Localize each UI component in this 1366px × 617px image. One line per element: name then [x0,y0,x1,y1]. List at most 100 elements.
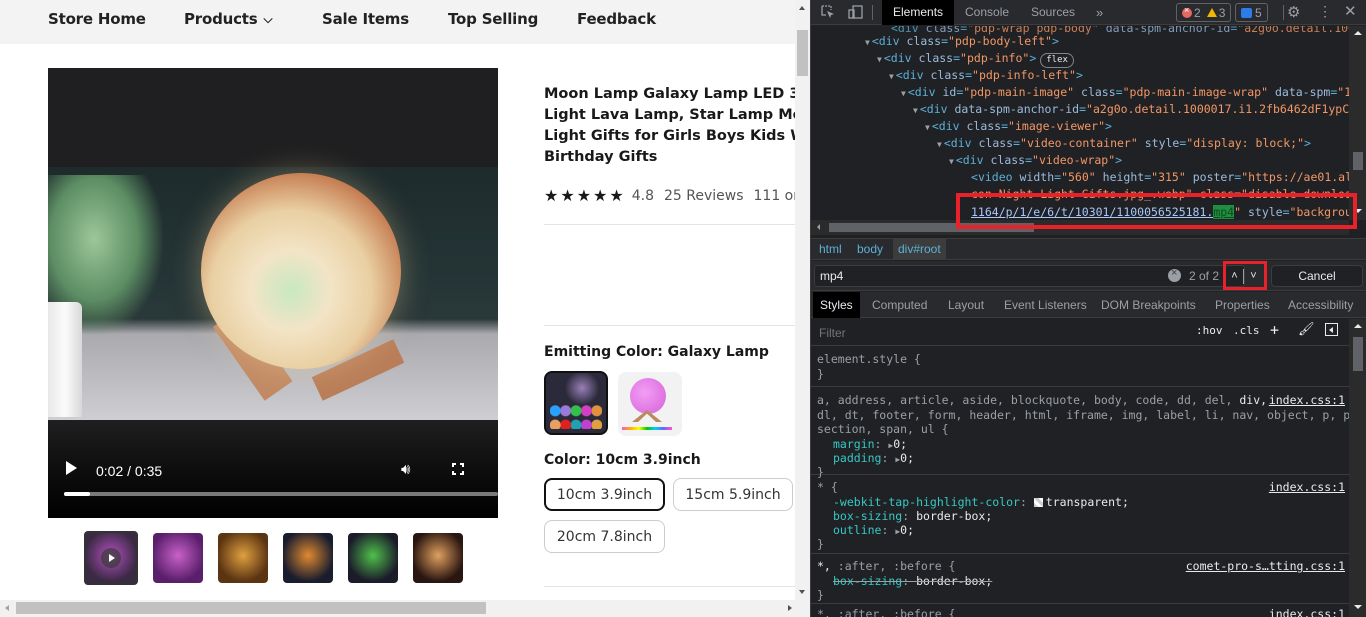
dom-node[interactable]: ▼ <div class="video-container" style="dis… [937,135,1311,152]
nav-top-selling[interactable]: Top Selling [448,10,538,28]
nav-sale-items[interactable]: Sale Items [322,10,409,28]
settings-gear-icon[interactable]: ⚙ [1287,3,1301,21]
dom-tree-horizontal-scrollbar[interactable] [811,220,1349,235]
dom-node-continuation[interactable]: con-Night-Light-Gifts.jpg_.webp" class="… [971,186,1349,203]
thumbnail-video-thumb[interactable] [84,531,138,585]
css-declaration[interactable]: box-sizing: border-box; [833,509,992,524]
source-link[interactable]: index.css:1 [1269,607,1345,617]
page-vertical-scrollbar[interactable] [795,0,810,600]
close-icon[interactable]: ✕ [1344,2,1358,20]
dom-node[interactable]: ▼ <div id="pdp-main-image" class="pdp-mai… [901,84,1349,101]
tab-console[interactable]: Console [954,0,1020,25]
hover-state-toggle[interactable]: :hov [1196,324,1223,337]
thumbnail-purple-moon[interactable] [153,533,203,583]
dom-node-continuation[interactable]: 1164/p/1/e/6/t/10301/1100056525181.mp4" … [971,204,1349,220]
dom-node[interactable]: ▼ <div class="image-viewer"> [925,118,1112,135]
scrollbar-thumb[interactable] [829,223,1034,232]
rule-selector[interactable]: *, :after, :before { [817,607,955,617]
swatch-galaxy-lamp[interactable] [544,371,608,435]
new-rule-icon[interactable]: + [1270,321,1279,339]
fullscreen-icon[interactable] [452,463,464,475]
rule-selector[interactable]: * { [817,480,838,495]
source-link[interactable]: index.css:1 [1269,393,1345,407]
scroll-up-icon[interactable] [1354,31,1362,35]
rule-selector[interactable]: a, address, article, aside, blockquote, … [817,393,1267,408]
color-swatch-icon[interactable] [1033,498,1043,507]
scroll-down-icon[interactable] [799,590,805,594]
video-progress-bar[interactable] [64,492,498,496]
dom-node[interactable]: ▼ <div class="pdp-info-left"> [889,67,1083,84]
more-options-icon[interactable]: ⋮ [1318,3,1332,19]
dom-node-video[interactable]: <video width="560" height="315" poster="… [971,169,1349,186]
crumb-div-root[interactable]: div#root [893,239,946,260]
page-horizontal-scrollbar[interactable] [0,600,810,617]
cancel-search-button[interactable]: Cancel [1271,265,1363,287]
dom-node[interactable]: ▼ <div class="pdp-body-left"> [865,33,1059,50]
product-video[interactable]: 0:02 / 0:35 🔊︎ [48,68,498,518]
more-tabs-icon[interactable]: » [1085,0,1114,25]
thumbnail-room-scenes[interactable] [283,533,333,583]
css-declaration[interactable]: margin: ▶0; [833,437,907,452]
size-option[interactable]: 15cm 5.9inch [673,478,793,511]
rule-selector[interactable]: element.style { [817,352,921,367]
css-declaration[interactable]: outline: ▶0; [833,523,914,538]
tab-event-listeners[interactable]: Event Listeners [997,292,1094,318]
scroll-right-icon[interactable] [788,605,792,611]
previous-match-icon[interactable]: ˄ [1226,266,1243,286]
thumbnail-color-grid[interactable] [348,533,398,583]
play-icon[interactable] [66,461,77,475]
tab-accessibility[interactable]: Accessibility [1281,292,1360,318]
inspect-element-icon[interactable] [821,5,835,19]
crumb-html[interactable]: html [814,239,847,260]
scroll-left-icon[interactable] [817,224,820,230]
video-src-link[interactable]: 1164/p/1/e/6/t/10301/1100056525181. [971,205,1213,219]
dom-tree-scrollbar[interactable] [1349,26,1366,220]
styles-scrollbar[interactable] [1349,319,1366,617]
scroll-left-icon[interactable] [5,605,9,611]
size-option[interactable]: 20cm 7.8inch [544,520,665,553]
css-declaration[interactable]: padding: ▶0; [833,451,914,466]
tab-properties[interactable]: Properties [1208,292,1277,318]
clear-search-icon[interactable] [1168,267,1181,282]
paint-roller-icon[interactable]: 🖌︎ [1298,322,1315,337]
flex-badge[interactable]: flex [1040,53,1074,68]
tab-dom-breakpoints[interactable]: DOM Breakpoints [1094,292,1203,318]
nav-store-home[interactable]: Store Home [48,10,146,28]
reviews-link[interactable]: 25 Reviews [664,188,744,204]
scrollbar-thumb[interactable] [16,602,486,614]
scroll-down-icon[interactable] [1354,209,1362,213]
tab-styles[interactable]: Styles [813,292,860,318]
rule-selector[interactable]: *, :after, :before { [817,559,955,574]
scrollbar-thumb[interactable] [1353,337,1363,371]
css-declaration-overridden[interactable]: box-sizing: border-box; [833,574,992,589]
tab-elements[interactable]: Elements [882,0,955,25]
swatch-pink-lamp[interactable] [618,372,682,436]
thumbnail-kids-scene[interactable] [413,533,463,583]
size-option[interactable]: 10cm 3.9inch [544,478,665,511]
next-match-icon[interactable]: ˅ [1245,266,1262,286]
styles-filter-input[interactable] [814,322,1162,343]
scroll-up-icon[interactable] [799,6,805,10]
scrollbar-thumb[interactable] [797,30,808,76]
crumb-body[interactable]: body [852,239,888,260]
tab-computed[interactable]: Computed [865,292,934,318]
class-toggle[interactable]: .cls [1233,324,1260,337]
dom-node[interactable]: ▼ <div class="video-wrap"> [949,152,1122,169]
scroll-down-icon[interactable] [1354,605,1362,609]
nav-products[interactable]: Products ⌵ [184,10,273,28]
tab-layout[interactable]: Layout [941,292,991,318]
device-toolbar-icon[interactable] [848,5,863,19]
dom-node[interactable]: ▼ <div data-spm-anchor-id="a2g0o.detail.1… [913,101,1349,118]
toggle-sidebar-icon[interactable] [1325,323,1338,336]
issues-badge[interactable]: 2 3 [1176,3,1232,22]
dom-node[interactable]: ▼ <div class="pdp-info"> flex [877,50,1074,68]
volume-icon[interactable]: 🔊︎ [401,461,410,478]
tab-sources[interactable]: Sources [1020,0,1086,25]
scrollbar-thumb[interactable] [1353,152,1363,170]
source-link[interactable]: comet-pro-s…tting.css:1 [1186,559,1345,573]
css-declaration[interactable]: -webkit-tap-highlight-color: transparent… [833,495,1129,510]
source-link[interactable]: index.css:1 [1269,480,1345,494]
messages-badge[interactable]: 5 [1235,3,1268,22]
nav-feedback[interactable]: Feedback [577,10,656,28]
scroll-up-icon[interactable] [1354,324,1362,328]
